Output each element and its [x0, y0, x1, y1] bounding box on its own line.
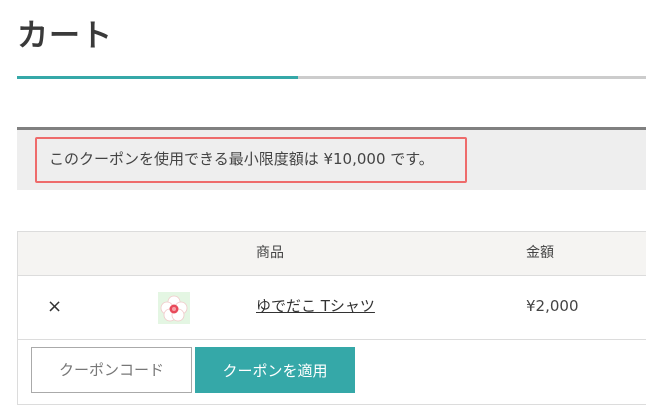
item-price: ¥2,000: [526, 297, 579, 315]
remove-item-button[interactable]: ×: [47, 296, 62, 318]
column-header-product: 商品: [256, 245, 284, 261]
cart-table: 商品 金額 × ゆでだこ Tシャツ ¥2,000 クーポンを: [17, 231, 646, 405]
apply-coupon-button[interactable]: クーポンを適用: [195, 347, 355, 393]
coupon-error-notice: このクーポンを使用できる最小限度額は ¥10,000 です。: [17, 127, 646, 190]
product-thumbnail[interactable]: [158, 292, 190, 324]
page-title: カート: [17, 18, 113, 54]
notice-message: このクーポンを使用できる最小限度額は ¥10,000 です。: [49, 150, 434, 168]
flower-icon: [158, 292, 190, 324]
column-header-price: 金額: [526, 245, 554, 261]
title-divider-accent: [17, 76, 298, 79]
cart-page: カート このクーポンを使用できる最小限度額は ¥10,000 です。 商品 金額…: [0, 0, 646, 412]
table-header: 商品 金額: [18, 232, 646, 276]
table-row: × ゆでだこ Tシャツ ¥2,000: [18, 276, 646, 340]
product-name-link[interactable]: ゆでだこ Tシャツ: [256, 295, 375, 317]
coupon-code-input[interactable]: [31, 347, 192, 393]
